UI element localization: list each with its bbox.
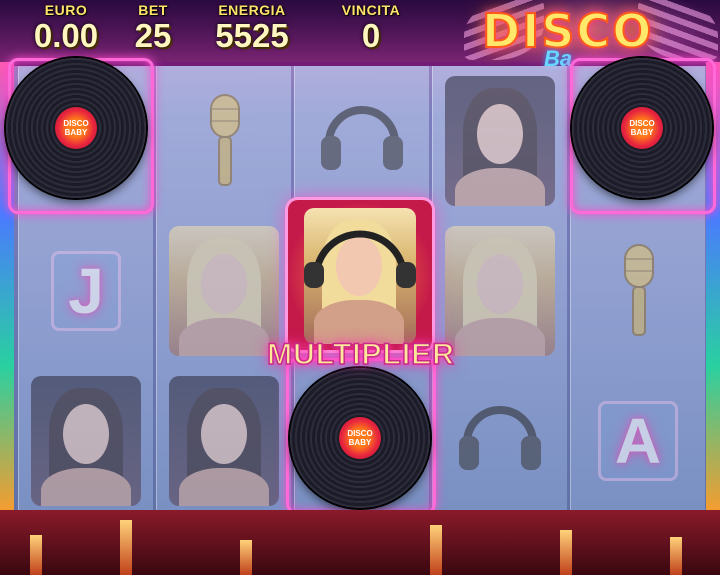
energia-value: 5525 [215, 17, 289, 54]
bet-display[interactable]: BET 25 [126, 2, 180, 54]
record-label: DISCO BABY [621, 107, 663, 149]
euro-label: EURO [44, 2, 88, 18]
bet-label: BET [138, 2, 168, 18]
letter-a-text: A [597, 401, 679, 481]
vinyl-record-icon: DISCO BABY [290, 368, 430, 508]
headphones-icon [304, 230, 416, 288]
euro-value: 0.00 [33, 17, 99, 54]
letter-j-text: J [51, 251, 121, 331]
microphone-icon [624, 244, 654, 336]
bet-value: 25 [134, 17, 172, 54]
vincita-label: VINCITA [341, 2, 401, 18]
energia-display: ENERGIA 5525 [205, 2, 299, 54]
symbol-microphone [157, 66, 291, 216]
stage-light [430, 525, 442, 575]
vinyl-record-icon: DISCO BABY [6, 58, 146, 198]
symbol-microphone [571, 216, 705, 366]
crowd-stage-footer [0, 510, 720, 575]
vincita-display: VINCITA 0 [338, 2, 404, 54]
energia-label: ENERGIA [218, 2, 286, 18]
headphones-icon [321, 106, 403, 170]
headphones-icon [459, 406, 541, 470]
symbol-brunette-woman [157, 366, 291, 516]
stage-light [30, 535, 42, 575]
reel-2 [156, 66, 291, 518]
multiplier-symbol-card [288, 200, 432, 350]
stage-light [560, 530, 572, 575]
symbol-brunette-woman [19, 366, 153, 516]
stage-light [670, 537, 682, 575]
vincita-value: 0 [361, 17, 381, 54]
microphone-icon [210, 94, 240, 186]
stage-light [120, 520, 132, 575]
symbol-headphones [295, 66, 429, 216]
vinyl-record-icon: DISCO BABY [572, 58, 712, 198]
stage-light [240, 540, 252, 575]
record-label: DISCO BABY [339, 417, 381, 459]
record-label: DISCO BABY [55, 107, 97, 149]
symbol-letter-a: A [571, 366, 705, 516]
multiplier-label: MULTIPLIER [266, 337, 455, 372]
symbol-headphones [433, 366, 567, 516]
symbol-brunette-woman [433, 66, 567, 216]
euro-display: EURO 0.00 [26, 2, 106, 54]
symbol-letter-j: J [19, 216, 153, 366]
reel-4 [432, 66, 567, 518]
